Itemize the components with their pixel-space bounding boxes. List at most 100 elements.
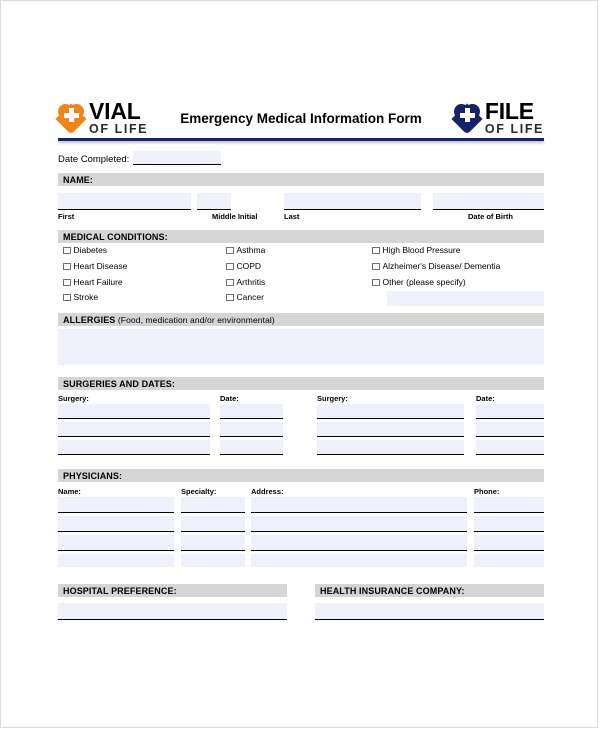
date-2-row-1-input[interactable] [476, 404, 544, 419]
physician-name-row-3-input[interactable] [58, 535, 174, 551]
checkbox-label: Other (please specify) [382, 277, 466, 287]
section-title-hospital-preference: HOSPITAL PREFERENCE: [63, 585, 177, 596]
form-page: VIAL OF LIFE Emergency Medical Informati… [0, 0, 598, 728]
checkbox-icon[interactable] [63, 246, 71, 254]
heart-cross-icon [55, 103, 87, 135]
first-name-input[interactable] [58, 193, 191, 210]
checkbox-label: Stroke [73, 292, 99, 302]
checkbox-high-blood-pressure[interactable]: High Blood Pressure [372, 246, 460, 255]
checkbox-label: Asthma [236, 245, 266, 255]
surgery-2-row-3-input[interactable] [317, 440, 464, 455]
surgeries-col-header-date-2: Date: [476, 394, 495, 403]
header-divider [58, 138, 544, 141]
physician-phone-row-2-input[interactable] [474, 516, 544, 532]
physician-phone-row-3-input[interactable] [474, 535, 544, 551]
checkbox-label: COPD [236, 261, 262, 271]
checkbox-cancer[interactable]: Cancer [226, 293, 264, 302]
physicians-col-header-phone: Phone: [474, 487, 500, 496]
vial-logo-main: VIAL [89, 98, 141, 124]
checkbox-asthma[interactable]: Asthma [226, 246, 265, 255]
file-logo-main: FILE [484, 98, 534, 124]
section-title-surgeries: SURGERIES AND DATES: [63, 378, 176, 389]
date-1-row-3-input[interactable] [220, 440, 283, 455]
surgeries-col-header-surgery-2: Surgery: [317, 394, 348, 403]
date-1-row-2-input[interactable] [220, 422, 283, 437]
checkbox-label: Heart Failure [73, 277, 123, 287]
physician-phone-row-4-input[interactable] [474, 554, 544, 567]
checkbox-heart-failure[interactable]: Heart Failure [63, 278, 123, 287]
last-name-label: Last [284, 212, 300, 221]
physicians-col-header-address: Address: [251, 487, 284, 496]
physician-specialty-row-3-input[interactable] [181, 535, 245, 551]
physician-address-row-3-input[interactable] [251, 535, 467, 551]
checkbox-icon[interactable] [372, 278, 380, 286]
checkbox-icon[interactable] [226, 262, 234, 270]
section-header-medical-conditions: MEDICAL CONDITIONS: [58, 230, 544, 243]
physician-address-row-4-input[interactable] [251, 554, 467, 567]
section-header-health-insurance: HEALTH INSURANCE COMPANY: [315, 584, 544, 597]
surgery-2-row-1-input[interactable] [317, 404, 464, 419]
file-of-life-logo: FILE OF LIFE [451, 98, 544, 136]
surgery-1-row-1-input[interactable] [58, 404, 210, 419]
checkbox-icon[interactable] [226, 246, 234, 254]
first-name-label: First [58, 212, 75, 221]
checkbox-icon[interactable] [372, 246, 380, 254]
checkbox-label: Heart Disease [73, 261, 128, 271]
checkbox-icon[interactable] [63, 293, 71, 301]
checkbox-heart-disease[interactable]: Heart Disease [63, 262, 127, 271]
physician-name-row-4-input[interactable] [58, 554, 174, 567]
surgery-1-row-3-input[interactable] [58, 440, 210, 455]
surgeries-col-header-surgery-1: Surgery: [58, 394, 89, 403]
physicians-col-header-name: Name: [58, 487, 81, 496]
checkbox-icon[interactable] [63, 278, 71, 286]
last-name-input[interactable] [284, 193, 421, 210]
section-header-name: NAME: [58, 173, 544, 186]
middle-initial-input[interactable] [197, 193, 231, 210]
checkbox-label: Diabetes [73, 245, 108, 255]
date-of-birth-input[interactable] [433, 193, 544, 210]
date-1-row-1-input[interactable] [220, 404, 283, 419]
physician-phone-row-1-input[interactable] [474, 497, 544, 513]
page-title: Emergency Medical Information Form [180, 111, 422, 126]
checkbox-arthritis[interactable]: Arthritis [226, 278, 265, 287]
physician-specialty-row-4-input[interactable] [181, 554, 245, 567]
physician-address-row-2-input[interactable] [251, 516, 467, 532]
section-title-name: NAME: [63, 174, 93, 185]
physician-name-row-1-input[interactable] [58, 497, 174, 513]
physician-name-row-2-input[interactable] [58, 516, 174, 532]
surgeries-col-header-date-1: Date: [220, 394, 239, 403]
physician-specialty-row-2-input[interactable] [181, 516, 245, 532]
checkbox-alzheimers-dementia[interactable]: Alzheimer's Disease/ Dementia [372, 262, 500, 271]
checkbox-label: High Blood Pressure [382, 245, 461, 255]
other-condition-input[interactable] [387, 291, 544, 306]
date-completed-input[interactable] [133, 151, 221, 165]
section-title-allergies: ALLERGIES (Food, medication and/or envir… [63, 314, 275, 325]
surgery-1-row-2-input[interactable] [58, 422, 210, 437]
checkbox-stroke[interactable]: Stroke [63, 293, 98, 302]
form-header: VIAL OF LIFE Emergency Medical Informati… [55, 98, 544, 141]
checkbox-diabetes[interactable]: Diabetes [63, 246, 107, 255]
hospital-preference-input[interactable] [58, 603, 287, 620]
checkbox-icon[interactable] [372, 262, 380, 270]
checkbox-copd[interactable]: COPD [226, 262, 261, 271]
checkbox-other[interactable]: Other (please specify) [372, 278, 466, 287]
checkbox-label: Arthritis [236, 277, 266, 287]
section-title-health-insurance: HEALTH INSURANCE COMPANY: [320, 585, 465, 596]
physician-address-row-1-input[interactable] [251, 497, 467, 513]
surgery-2-row-2-input[interactable] [317, 422, 464, 437]
allergies-textarea[interactable] [58, 329, 544, 365]
section-header-hospital-preference: HOSPITAL PREFERENCE: [58, 584, 287, 597]
vial-of-life-logo: VIAL OF LIFE [55, 98, 149, 136]
section-title-physicians: PHYSICIANS: [63, 470, 123, 481]
file-logo-sub: OF LIFE [484, 122, 544, 136]
checkbox-label: Alzheimer's Disease/ Dementia [382, 261, 501, 271]
date-2-row-3-input[interactable] [476, 440, 544, 455]
checkbox-icon[interactable] [226, 278, 234, 286]
section-title-medical-conditions: MEDICAL CONDITIONS: [63, 231, 168, 242]
physician-specialty-row-1-input[interactable] [181, 497, 245, 513]
checkbox-icon[interactable] [63, 262, 71, 270]
health-insurance-input[interactable] [315, 603, 544, 620]
checkbox-icon[interactable] [226, 293, 234, 301]
date-2-row-2-input[interactable] [476, 422, 544, 437]
vial-logo-sub: OF LIFE [89, 122, 149, 136]
